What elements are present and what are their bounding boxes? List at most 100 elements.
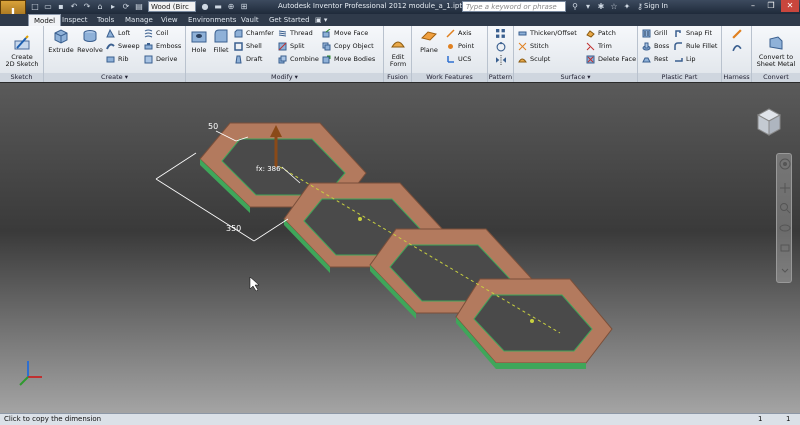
convert-to-sheet-metal-button[interactable]: Convert to Sheet Metal xyxy=(754,28,798,68)
dimension-extrude-value[interactable]: fx: 386 xyxy=(256,165,281,173)
ribbon-options-icon[interactable]: ▣ ▾ xyxy=(310,14,332,26)
sculpt-button[interactable]: Sculpt xyxy=(518,54,550,65)
sweep-button[interactable]: Sweep xyxy=(106,41,140,52)
copy-object-button[interactable]: Copy Object xyxy=(322,41,374,52)
plane-button[interactable]: Plane xyxy=(416,28,442,54)
rule-fillet-button[interactable]: Rule Fillet xyxy=(674,41,717,52)
split-button[interactable]: Split xyxy=(278,41,304,52)
dimension-50[interactable]: 50 xyxy=(208,122,218,131)
stitch-label: Stitch xyxy=(530,42,549,50)
connect-icon[interactable]: ✦ xyxy=(622,2,632,12)
viewcube-icon[interactable] xyxy=(752,105,786,139)
orbit-icon[interactable] xyxy=(779,222,791,234)
mirror-icon[interactable] xyxy=(496,55,506,65)
rest-button[interactable]: Rest xyxy=(642,54,668,65)
boss-button[interactable]: Boss xyxy=(642,41,669,52)
rectangular-pattern-icon[interactable] xyxy=(496,29,506,39)
tab-inspect[interactable]: Inspect xyxy=(57,14,93,26)
move-face-button[interactable]: Move Face xyxy=(322,28,368,39)
panel-title-create[interactable]: Create ▾ xyxy=(44,73,185,82)
tab-get-started[interactable]: Get Started xyxy=(264,14,315,26)
derive-button[interactable]: Derive xyxy=(144,54,177,65)
extrude-button[interactable]: Extrude xyxy=(48,28,74,54)
dimension-350[interactable]: 350 xyxy=(226,224,241,233)
hole-button[interactable]: Hole xyxy=(188,28,210,54)
measure-icon[interactable]: ⊞ xyxy=(239,2,249,12)
close-button[interactable]: ✕ xyxy=(781,0,799,12)
stitch-button[interactable]: Stitch xyxy=(518,41,549,52)
harness-wire-icon[interactable] xyxy=(732,42,742,52)
edit-form-button[interactable]: Edit Form xyxy=(386,28,410,68)
minimize-button[interactable]: – xyxy=(744,0,762,12)
panel-title-surface[interactable]: Surface ▾ xyxy=(514,73,637,82)
grill-button[interactable]: Grill xyxy=(642,28,667,39)
tab-view[interactable]: View xyxy=(156,14,183,26)
save-icon[interactable]: ▪ xyxy=(56,2,66,12)
thread-button[interactable]: Thread xyxy=(278,28,313,39)
ucs-button[interactable]: UCS xyxy=(446,54,471,65)
new-file-icon[interactable]: □ xyxy=(30,2,40,12)
tab-manage[interactable]: Manage xyxy=(120,14,158,26)
revolve-button[interactable]: Revolve xyxy=(76,28,104,54)
tab-environments[interactable]: Environments xyxy=(183,14,241,26)
axis-button[interactable]: Axis xyxy=(446,28,472,39)
rest-label: Rest xyxy=(654,55,669,63)
material-dropdown[interactable]: Wood (Birc xyxy=(148,1,196,12)
derive-label: Derive xyxy=(156,55,178,63)
circular-pattern-icon[interactable] xyxy=(496,42,506,52)
zoom-icon[interactable] xyxy=(779,202,791,214)
snap-fit-label: Snap Fit xyxy=(686,29,713,37)
tab-tools[interactable]: Tools xyxy=(92,14,119,26)
open-file-icon[interactable]: ▭ xyxy=(43,2,53,12)
emboss-button[interactable]: Emboss xyxy=(144,41,181,52)
point-button[interactable]: Point xyxy=(446,41,474,52)
draft-button[interactable]: Draft xyxy=(234,54,262,65)
search-input[interactable]: Type a keyword or phrase xyxy=(462,1,566,12)
navbar-options-icon[interactable] xyxy=(779,264,791,276)
coil-button[interactable]: Coil xyxy=(144,28,168,39)
search-options-icon[interactable]: ▾ xyxy=(583,2,593,12)
pan-icon[interactable] xyxy=(779,182,791,194)
move-bodies-button[interactable]: Move Bodies xyxy=(322,54,375,65)
redo-icon[interactable]: ↷ xyxy=(82,2,92,12)
undo-icon[interactable]: ↶ xyxy=(69,2,79,12)
trim-button[interactable]: Trim xyxy=(586,41,612,52)
zoom-icon[interactable]: ⊕ xyxy=(226,2,236,12)
patch-button[interactable]: Patch xyxy=(586,28,616,39)
snap-fit-button[interactable]: Snap Fit xyxy=(674,28,712,39)
work-point-2[interactable] xyxy=(530,319,534,323)
hexagon-module-part[interactable] xyxy=(199,122,613,369)
panel-title-modify[interactable]: Modify ▾ xyxy=(186,73,383,82)
lip-button[interactable]: Lip xyxy=(674,54,696,65)
panel-pattern: Pattern xyxy=(488,26,514,82)
properties-icon[interactable]: ▤ xyxy=(134,2,144,12)
loft-button[interactable]: Loft xyxy=(106,28,130,39)
subscription-icon[interactable]: ✱ xyxy=(596,2,606,12)
work-point-1[interactable] xyxy=(358,217,362,221)
shell-button[interactable]: Shell xyxy=(234,41,262,52)
edit-form-icon xyxy=(391,41,405,48)
update-icon[interactable]: ⟳ xyxy=(121,2,131,12)
select-icon[interactable]: ▸ xyxy=(108,2,118,12)
home-icon[interactable]: ⌂ xyxy=(95,2,105,12)
combine-button[interactable]: Combine xyxy=(278,54,319,65)
harness-properties-icon[interactable] xyxy=(732,29,742,39)
tab-vault[interactable]: Vault xyxy=(236,14,264,26)
restore-button[interactable]: ❐ xyxy=(762,0,780,12)
coordinate-triad-icon xyxy=(19,361,42,386)
rib-button[interactable]: Rib xyxy=(106,54,128,65)
combine-icon xyxy=(278,55,287,64)
color-override-icon[interactable]: ▬ xyxy=(213,2,223,12)
look-at-icon[interactable] xyxy=(779,242,791,254)
thicken-offset-button[interactable]: Thicken/Offset xyxy=(518,28,577,39)
binoculars-icon[interactable]: ⚲ xyxy=(570,2,580,12)
favorites-icon[interactable]: ☆ xyxy=(609,2,619,12)
fillet-button[interactable]: Fillet xyxy=(210,28,232,54)
sign-in-link[interactable]: Sign In xyxy=(644,2,668,10)
graphics-viewport[interactable]: 50 fx: 386 350 xyxy=(0,83,800,413)
chamfer-button[interactable]: Chamfer xyxy=(234,28,274,39)
appearance-icon[interactable]: ● xyxy=(200,2,210,12)
steering-wheel-icon[interactable] xyxy=(779,158,791,170)
create-2d-sketch-button[interactable]: Create 2D Sketch xyxy=(4,28,40,68)
delete-face-button[interactable]: Delete Face xyxy=(586,54,636,65)
